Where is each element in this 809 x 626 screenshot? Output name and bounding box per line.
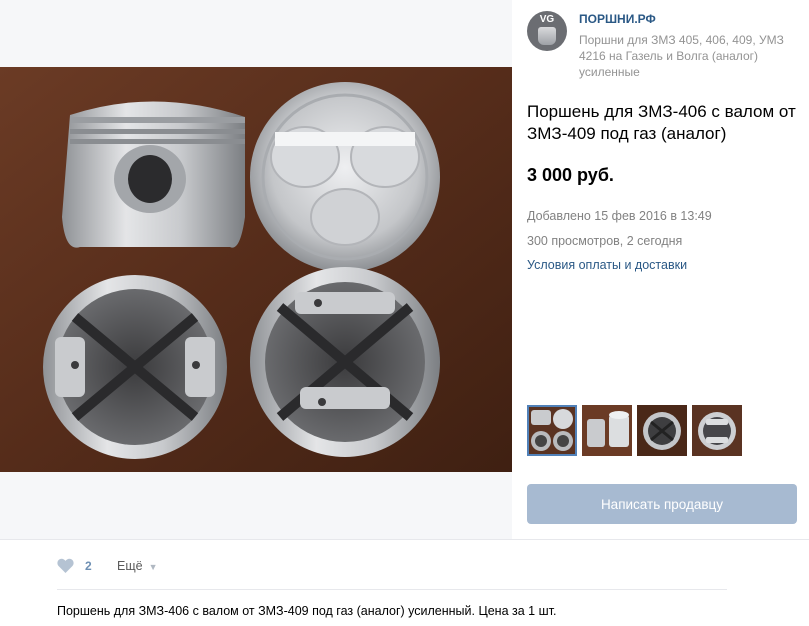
thumbnail-2[interactable]	[582, 405, 632, 456]
thumbnail-3[interactable]	[637, 405, 687, 456]
piston-icon	[538, 27, 556, 45]
market-item-page: VG ПОРШНИ.РФ Поршни для ЗМЗ 405, 406, 40…	[0, 0, 809, 626]
chevron-down-icon: ▼	[148, 562, 158, 572]
like-count: 2	[85, 559, 92, 573]
seller-block: VG ПОРШНИ.РФ Поршни для ЗМЗ 405, 406, 40…	[527, 11, 802, 81]
photo-column	[0, 0, 512, 539]
product-price: 3 000 руб.	[527, 165, 614, 185]
views-count: 300 просмотров, 2 сегодня	[527, 234, 683, 248]
product-description: Поршень для ЗМЗ-406 с валом от ЗМЗ-409 п…	[57, 604, 557, 618]
seller-avatar[interactable]: VG	[527, 11, 567, 51]
like-button[interactable]: 2	[57, 557, 102, 575]
more-label: Ещё	[117, 559, 143, 573]
more-button[interactable]: Ещё ▼	[117, 559, 158, 573]
divider	[57, 589, 727, 590]
payment-delivery-link[interactable]: Условия оплаты и доставки	[527, 258, 687, 272]
product-title: Поршень для ЗМЗ-406 с валом от ЗМЗ-409 п…	[527, 102, 796, 143]
thumbnail-1[interactable]	[527, 405, 577, 456]
seller-name-link[interactable]: ПОРШНИ.РФ	[579, 12, 656, 26]
main-product-photo[interactable]	[0, 67, 512, 472]
seller-description: Поршни для ЗМЗ 405, 406, 409, УМЗ 4216 н…	[579, 33, 784, 79]
avatar-logo-text: VG	[539, 14, 555, 25]
added-date: Добавлено 15 фев 2016 в 13:49	[527, 209, 712, 223]
write-seller-button[interactable]: Написать продавцу	[527, 484, 797, 524]
thumbnail-4[interactable]	[692, 405, 742, 456]
divider	[0, 539, 809, 540]
heart-icon	[57, 558, 74, 573]
info-column: VG ПОРШНИ.РФ Поршни для ЗМЗ 405, 406, 40…	[512, 0, 809, 539]
